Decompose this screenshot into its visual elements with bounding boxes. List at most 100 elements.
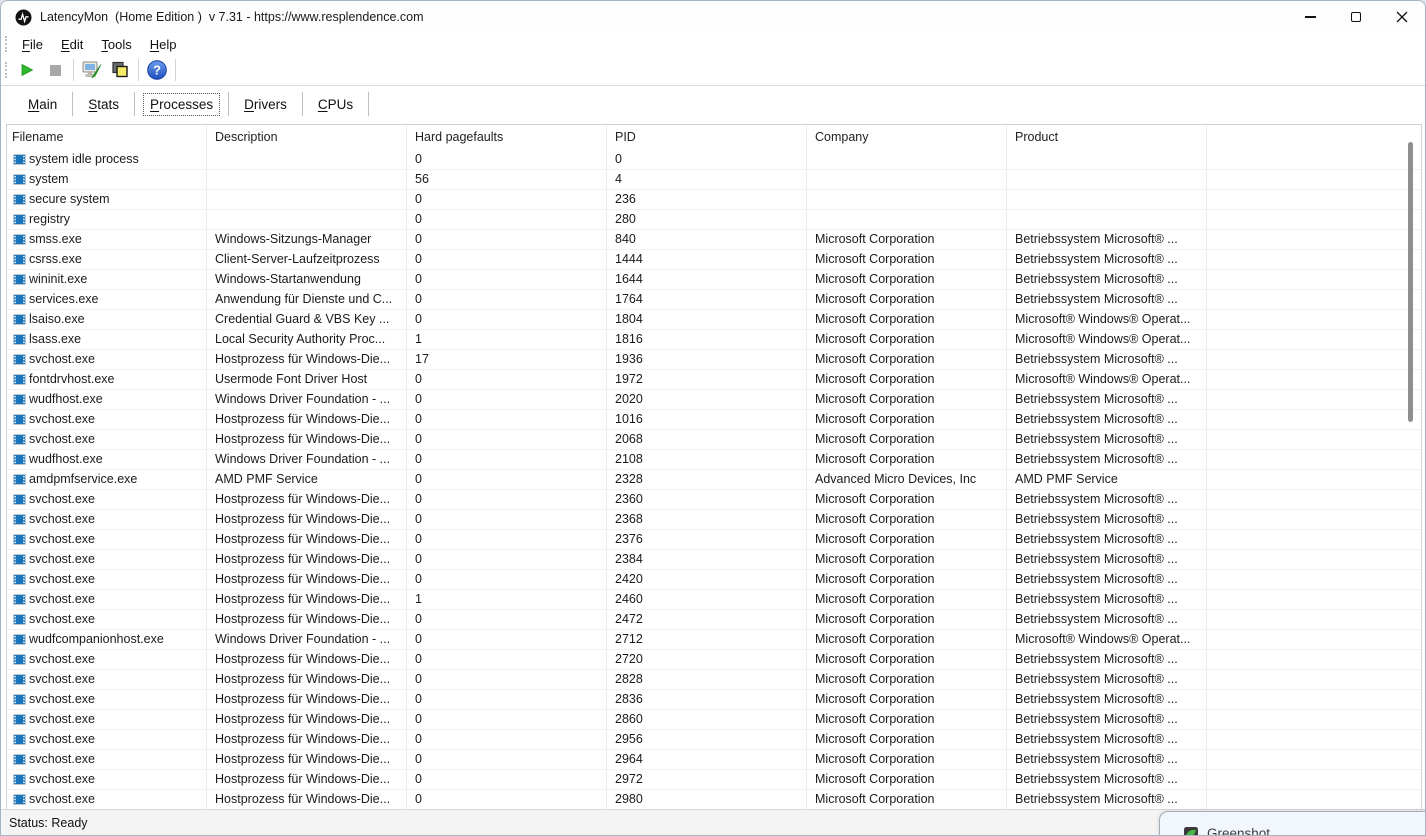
table-row[interactable]: svchost.exeHostprozess für Windows-Die..… — [7, 790, 1421, 810]
table-row[interactable]: svchost.exeHostprozess für Windows-Die..… — [7, 430, 1421, 450]
column-header-pid[interactable]: PID — [607, 125, 807, 150]
table-row[interactable]: fontdrvhost.exeUsermode Font Driver Host… — [7, 370, 1421, 390]
table-row[interactable]: wudfcompanionhost.exeWindows Driver Foun… — [7, 630, 1421, 650]
table-row[interactable]: services.exeAnwendung für Dienste und C.… — [7, 290, 1421, 310]
cell-pid: 1804 — [607, 310, 807, 329]
start-monitor-button[interactable] — [13, 57, 41, 83]
table-row[interactable]: svchost.exeHostprozess für Windows-Die..… — [7, 750, 1421, 770]
table-row[interactable]: svchost.exeHostprozess für Windows-Die..… — [7, 570, 1421, 590]
cell-filename: wudfcompanionhost.exe — [7, 630, 207, 649]
process-icon — [13, 434, 26, 445]
tab-main[interactable]: Main — [21, 93, 64, 116]
table-row[interactable]: csrss.exeClient-Server-Laufzeitprozess01… — [7, 250, 1421, 270]
cell-company: Microsoft Corporation — [807, 750, 1007, 769]
title-bar: LatencyMon (Home Edition ) v 7.31 - http… — [1, 1, 1425, 33]
cell-filename: svchost.exe — [7, 530, 207, 549]
table-row[interactable]: wudfhost.exeWindows Driver Foundation - … — [7, 450, 1421, 470]
minimize-button[interactable] — [1287, 1, 1333, 33]
menu-item-file[interactable]: File — [13, 35, 52, 54]
table-row[interactable]: amdpmfservice.exeAMD PMF Service02328Adv… — [7, 470, 1421, 490]
table-row[interactable]: wudfhost.exeWindows Driver Foundation - … — [7, 390, 1421, 410]
cell-filler — [1207, 170, 1421, 189]
cell-filler — [1207, 370, 1421, 389]
table-row[interactable]: svchost.exeHostprozess für Windows-Die..… — [7, 730, 1421, 750]
cell-filler — [1207, 450, 1421, 469]
cell-filler — [1207, 350, 1421, 369]
cell-filler — [1207, 570, 1421, 589]
cell-pagefaults: 0 — [407, 510, 607, 529]
cell-pagefaults: 0 — [407, 690, 607, 709]
tab-processes[interactable]: Processes — [143, 93, 220, 116]
menu-item-tools[interactable]: Tools — [92, 35, 140, 54]
filename-text: svchost.exe — [29, 670, 95, 689]
tab-drivers[interactable]: Drivers — [237, 93, 294, 116]
close-button[interactable] — [1379, 1, 1425, 33]
window-controls — [1287, 1, 1425, 33]
table-row[interactable]: registry0280 — [7, 210, 1421, 230]
table-row[interactable]: svchost.exeHostprozess für Windows-Die..… — [7, 590, 1421, 610]
accelerator-letter: E — [61, 37, 70, 52]
cell-product: Betriebssystem Microsoft® ... — [1007, 750, 1207, 769]
table-row[interactable]: system idle process00 — [7, 150, 1421, 170]
table-row[interactable]: smss.exeWindows-Sitzungs-Manager0840Micr… — [7, 230, 1421, 250]
table-row[interactable]: svchost.exeHostprozess für Windows-Die..… — [7, 670, 1421, 690]
table-row[interactable]: lsass.exeLocal Security Authority Proc..… — [7, 330, 1421, 350]
cell-pagefaults: 0 — [407, 390, 607, 409]
cell-filename: svchost.exe — [7, 710, 207, 729]
cell-description: Hostprozess für Windows-Die... — [207, 790, 407, 809]
column-header-hard-pagefaults[interactable]: Hard pagefaults — [407, 125, 607, 150]
cell-description: Hostprozess für Windows-Die... — [207, 570, 407, 589]
cell-description: Local Security Authority Proc... — [207, 330, 407, 349]
column-header-product[interactable]: Product — [1007, 125, 1207, 150]
cell-filler — [1207, 550, 1421, 569]
cell-description: Windows Driver Foundation - ... — [207, 630, 407, 649]
table-row[interactable]: svchost.exeHostprozess für Windows-Die..… — [7, 510, 1421, 530]
table-row[interactable]: secure system0236 — [7, 190, 1421, 210]
greenshot-toast[interactable]: Greenshot — [1159, 811, 1425, 835]
cell-product — [1007, 210, 1207, 229]
cell-filename: svchost.exe — [7, 650, 207, 669]
system-report-button[interactable] — [78, 57, 106, 83]
table-row[interactable]: svchost.exeHostprozess für Windows-Die..… — [7, 410, 1421, 430]
cell-product: Betriebssystem Microsoft® ... — [1007, 650, 1207, 669]
table-row[interactable]: svchost.exeHostprozess für Windows-Die..… — [7, 690, 1421, 710]
cell-description: Hostprozess für Windows-Die... — [207, 610, 407, 629]
menu-item-help[interactable]: Help — [141, 35, 186, 54]
stop-monitor-button[interactable] — [41, 57, 69, 83]
cell-filler — [1207, 530, 1421, 549]
table-row[interactable]: svchost.exeHostprozess für Windows-Die..… — [7, 550, 1421, 570]
help-button[interactable]: ? — [143, 57, 171, 83]
table-row[interactable]: svchost.exeHostprozess für Windows-Die..… — [7, 710, 1421, 730]
cell-company: Microsoft Corporation — [807, 690, 1007, 709]
cell-pagefaults: 0 — [407, 550, 607, 569]
filename-text: lsaiso.exe — [29, 310, 85, 329]
filename-text: svchost.exe — [29, 770, 95, 789]
filename-text: wudfhost.exe — [29, 390, 103, 409]
column-header-company[interactable]: Company — [807, 125, 1007, 150]
cell-pagefaults: 0 — [407, 450, 607, 469]
table-row[interactable]: svchost.exeHostprozess für Windows-Die..… — [7, 770, 1421, 790]
vertical-scrollbar[interactable] — [1408, 142, 1413, 422]
tab-cpus[interactable]: CPUs — [311, 93, 360, 116]
table-row[interactable]: svchost.exeHostprozess für Windows-Die..… — [7, 530, 1421, 550]
table-row[interactable]: svchost.exeHostprozess für Windows-Die..… — [7, 350, 1421, 370]
menu-item-edit[interactable]: Edit — [52, 35, 92, 54]
process-icon — [13, 734, 26, 745]
copy-window-button[interactable] — [106, 57, 134, 83]
table-row[interactable]: wininit.exeWindows-Startanwendung01644Mi… — [7, 270, 1421, 290]
cell-description: Windows-Startanwendung — [207, 270, 407, 289]
table-row[interactable]: svchost.exeHostprozess für Windows-Die..… — [7, 490, 1421, 510]
cell-product: Betriebssystem Microsoft® ... — [1007, 710, 1207, 729]
cell-product: Betriebssystem Microsoft® ... — [1007, 770, 1207, 789]
tab-stats[interactable]: Stats — [81, 93, 126, 116]
table-row[interactable]: svchost.exeHostprozess für Windows-Die..… — [7, 650, 1421, 670]
maximize-button[interactable] — [1333, 1, 1379, 33]
column-header-description[interactable]: Description — [207, 125, 407, 150]
table-row[interactable]: system564 — [7, 170, 1421, 190]
cell-filler — [1207, 710, 1421, 729]
process-icon — [13, 274, 26, 285]
table-row[interactable]: svchost.exeHostprozess für Windows-Die..… — [7, 610, 1421, 630]
column-header-filename[interactable]: Filename — [7, 125, 207, 150]
cell-company — [807, 210, 1007, 229]
table-row[interactable]: lsaiso.exeCredential Guard & VBS Key ...… — [7, 310, 1421, 330]
